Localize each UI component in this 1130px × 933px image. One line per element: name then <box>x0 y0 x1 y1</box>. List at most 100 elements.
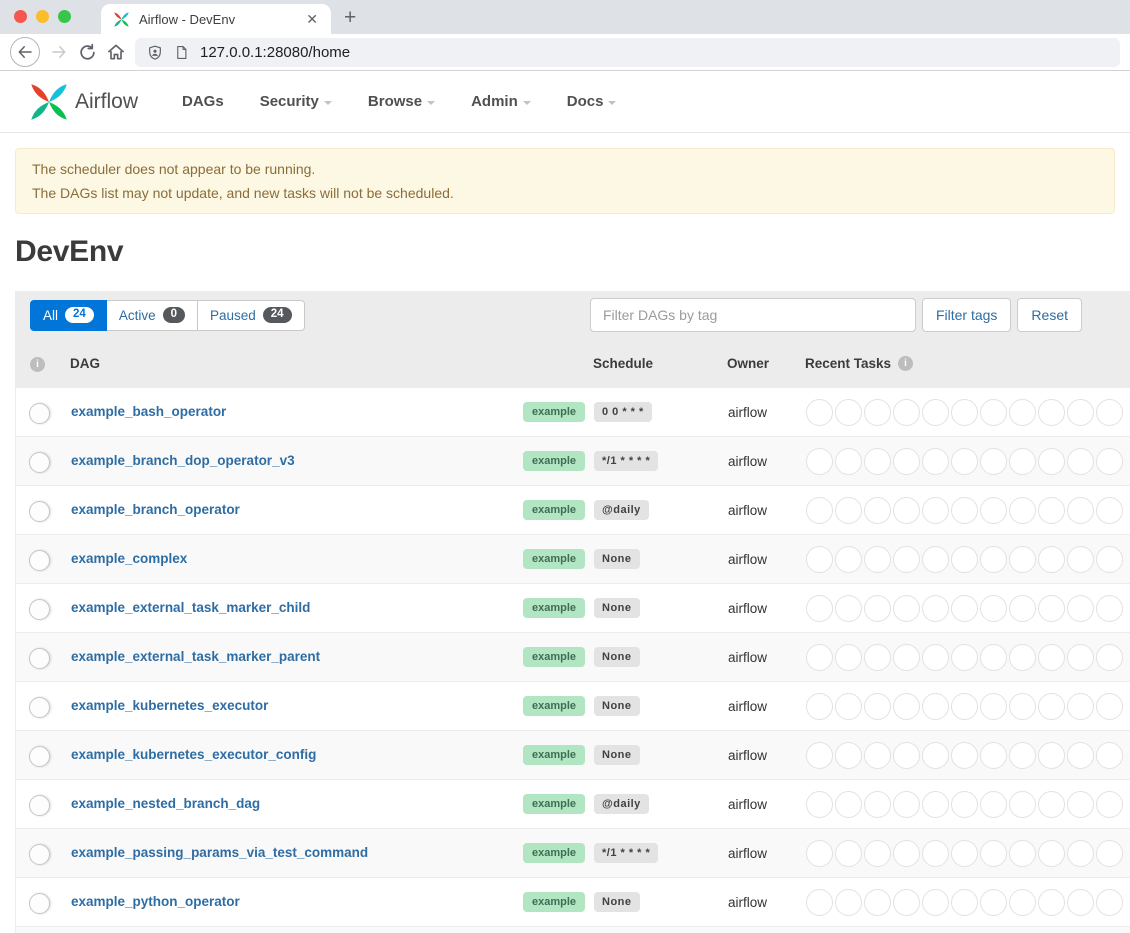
task-status-circle[interactable] <box>835 448 862 475</box>
task-status-circle[interactable] <box>893 840 920 867</box>
schedule-badge[interactable]: */1 * * * * <box>594 451 658 471</box>
task-status-circle[interactable] <box>922 448 949 475</box>
tag-filter-input[interactable] <box>590 298 916 332</box>
task-status-circle[interactable] <box>1038 399 1065 426</box>
task-status-circle[interactable] <box>951 742 978 769</box>
task-status-circle[interactable] <box>951 644 978 671</box>
task-status-circle[interactable] <box>864 448 891 475</box>
task-status-circle[interactable] <box>893 399 920 426</box>
task-status-circle[interactable] <box>1067 546 1094 573</box>
schedule-badge[interactable]: None <box>594 647 640 667</box>
schedule-badge[interactable]: None <box>594 696 640 716</box>
task-status-circle[interactable] <box>980 791 1007 818</box>
schedule-badge[interactable]: None <box>594 745 640 765</box>
task-status-circle[interactable] <box>1096 693 1123 720</box>
task-status-circle[interactable] <box>1096 497 1123 524</box>
task-status-circle[interactable] <box>951 546 978 573</box>
task-status-circle[interactable] <box>806 644 833 671</box>
dag-tag[interactable]: example <box>523 696 585 716</box>
dag-tag[interactable]: example <box>523 451 585 471</box>
task-status-circle[interactable] <box>1067 644 1094 671</box>
task-status-circle[interactable] <box>835 791 862 818</box>
task-status-circle[interactable] <box>806 546 833 573</box>
task-status-circle[interactable] <box>835 742 862 769</box>
task-status-circle[interactable] <box>1096 889 1123 916</box>
schedule-badge[interactable]: 0 0 * * * <box>594 402 652 422</box>
nav-item-browse[interactable]: Browse <box>368 93 435 110</box>
task-status-circle[interactable] <box>1038 595 1065 622</box>
task-status-circle[interactable] <box>922 497 949 524</box>
task-status-circle[interactable] <box>835 693 862 720</box>
dag-tag[interactable]: example <box>523 500 585 520</box>
task-status-circle[interactable] <box>806 399 833 426</box>
task-status-circle[interactable] <box>893 889 920 916</box>
task-status-circle[interactable] <box>1096 791 1123 818</box>
browser-tab[interactable]: Airflow - DevEnv ✕ <box>101 4 331 34</box>
forward-button[interactable] <box>49 43 69 61</box>
task-status-circle[interactable] <box>922 840 949 867</box>
schedule-badge[interactable]: @daily <box>594 794 649 814</box>
info-icon[interactable]: i <box>30 357 45 372</box>
dag-link[interactable]: example_external_task_marker_parent <box>71 649 320 664</box>
filter-tags-button[interactable]: Filter tags <box>922 298 1011 332</box>
dag-tag[interactable]: example <box>523 794 585 814</box>
task-status-circle[interactable] <box>864 399 891 426</box>
nav-item-security[interactable]: Security <box>260 93 332 110</box>
task-status-circle[interactable] <box>980 840 1007 867</box>
task-status-circle[interactable] <box>980 742 1007 769</box>
task-status-circle[interactable] <box>980 889 1007 916</box>
dag-link[interactable]: example_branch_operator <box>71 502 240 517</box>
dag-link[interactable]: example_complex <box>71 551 187 566</box>
task-status-circle[interactable] <box>922 889 949 916</box>
task-status-circle[interactable] <box>806 889 833 916</box>
task-status-circle[interactable] <box>1038 693 1065 720</box>
task-status-circle[interactable] <box>1009 644 1036 671</box>
task-status-circle[interactable] <box>1096 546 1123 573</box>
task-status-circle[interactable] <box>980 546 1007 573</box>
dag-tag[interactable]: example <box>523 745 585 765</box>
task-status-circle[interactable] <box>951 497 978 524</box>
task-status-circle[interactable] <box>864 742 891 769</box>
dag-link[interactable]: example_python_operator <box>71 894 240 909</box>
task-status-circle[interactable] <box>893 742 920 769</box>
task-status-circle[interactable] <box>951 448 978 475</box>
task-status-circle[interactable] <box>951 840 978 867</box>
task-status-circle[interactable] <box>893 595 920 622</box>
tab-close-icon[interactable]: ✕ <box>303 11 321 28</box>
task-status-circle[interactable] <box>1067 399 1094 426</box>
task-status-circle[interactable] <box>806 742 833 769</box>
task-status-circle[interactable] <box>806 497 833 524</box>
task-status-circle[interactable] <box>1067 889 1094 916</box>
dag-link[interactable]: example_external_task_marker_child <box>71 600 310 615</box>
dag-link[interactable]: example_bash_operator <box>71 404 226 419</box>
task-status-circle[interactable] <box>1009 497 1036 524</box>
task-status-circle[interactable] <box>835 889 862 916</box>
task-status-circle[interactable] <box>980 693 1007 720</box>
task-status-circle[interactable] <box>1096 448 1123 475</box>
task-status-circle[interactable] <box>951 595 978 622</box>
task-status-circle[interactable] <box>1009 448 1036 475</box>
task-status-circle[interactable] <box>1096 399 1123 426</box>
task-status-circle[interactable] <box>1038 448 1065 475</box>
task-status-circle[interactable] <box>864 889 891 916</box>
reset-button[interactable]: Reset <box>1017 298 1082 332</box>
task-status-circle[interactable] <box>1096 840 1123 867</box>
task-status-circle[interactable] <box>835 546 862 573</box>
task-status-circle[interactable] <box>864 693 891 720</box>
task-status-circle[interactable] <box>922 791 949 818</box>
task-status-circle[interactable] <box>1096 595 1123 622</box>
task-status-circle[interactable] <box>835 595 862 622</box>
reload-button[interactable] <box>78 43 97 62</box>
dag-tag[interactable]: example <box>523 892 585 912</box>
task-status-circle[interactable] <box>893 497 920 524</box>
task-status-circle[interactable] <box>1038 497 1065 524</box>
task-status-circle[interactable] <box>893 448 920 475</box>
task-status-circle[interactable] <box>922 742 949 769</box>
task-status-circle[interactable] <box>951 791 978 818</box>
nav-item-admin[interactable]: Admin <box>471 93 531 110</box>
task-status-circle[interactable] <box>922 546 949 573</box>
dag-tag[interactable]: example <box>523 598 585 618</box>
task-status-circle[interactable] <box>1038 791 1065 818</box>
task-status-circle[interactable] <box>893 546 920 573</box>
task-status-circle[interactable] <box>980 644 1007 671</box>
